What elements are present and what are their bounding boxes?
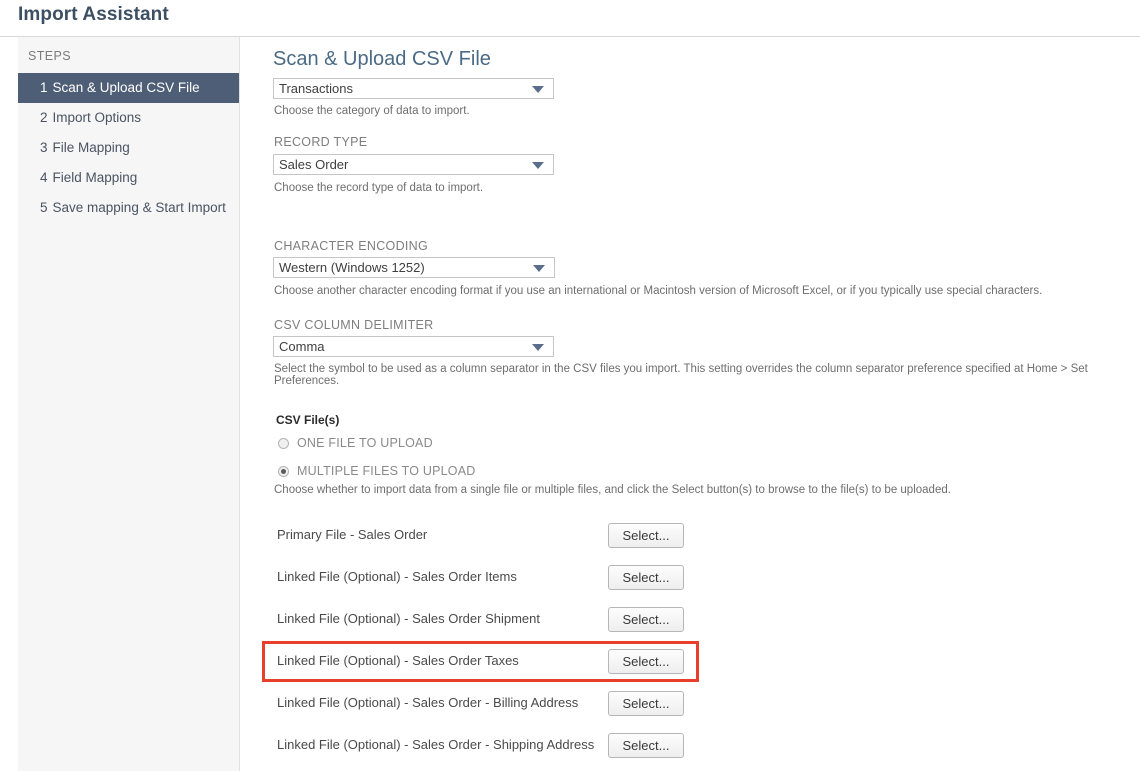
file-row-label: Linked File (Optional) - Sales Order - S… <box>277 737 595 752</box>
file-row-label: Linked File (Optional) - Sales Order - B… <box>277 695 579 710</box>
import-type-value: Transactions <box>279 81 353 96</box>
csv-delimiter-select[interactable]: Comma <box>273 336 554 357</box>
chevron-down-icon <box>532 86 544 93</box>
file-row-label: Linked File (Optional) - Sales Order Ite… <box>277 569 517 584</box>
sidebar-step-1[interactable]: 1 Scan & Upload CSV File <box>18 73 239 103</box>
radio-button[interactable] <box>278 438 289 449</box>
record-type-value: Sales Order <box>279 157 349 172</box>
character-encoding-help: Choose another character encoding format… <box>274 285 1043 297</box>
step-number: 2 <box>40 110 48 125</box>
file-row-label: Primary File - Sales Order <box>277 527 428 542</box>
step-number: 4 <box>40 170 48 185</box>
import-type-select[interactable]: Transactions <box>273 78 554 99</box>
select-file-button[interactable]: Select... <box>608 733 684 758</box>
steps-list: 1 Scan & Upload CSV File 2 Import Options 3 F… <box>18 73 239 223</box>
record-type-help: Choose the record type of data to import… <box>274 182 484 194</box>
csv-delimiter-value: Comma <box>279 339 325 354</box>
step-label: Import Options <box>52 110 142 125</box>
radio-button[interactable] <box>278 466 289 477</box>
record-type-select[interactable]: Sales Order <box>273 154 554 175</box>
csv-delimiter-label: CSV COLUMN DELIMITER <box>274 318 434 332</box>
file-row: Primary File - Sales Order Select... <box>240 519 710 553</box>
csv-files-help: Choose whether to import data from a sin… <box>274 484 951 496</box>
sidebar-step-5[interactable]: 5 Save mapping & Start Import <box>18 193 239 223</box>
steps-sidebar: STEPS 1 Scan & Upload CSV File 2 Import Opt… <box>18 37 240 771</box>
select-file-button[interactable]: Select... <box>608 691 684 716</box>
select-file-button[interactable]: Select... <box>608 649 684 674</box>
steps-heading: STEPS <box>28 49 71 63</box>
sidebar-step-4[interactable]: 4 Field Mapping <box>18 163 239 193</box>
import-type-help: Choose the category of data to import. <box>274 105 470 117</box>
step-label: Field Mapping <box>52 170 138 185</box>
chevron-down-icon <box>533 265 545 272</box>
step-number: 5 <box>40 200 48 215</box>
chevron-down-icon <box>532 162 544 169</box>
select-file-button[interactable]: Select... <box>608 607 684 632</box>
sidebar-step-3[interactable]: 3 File Mapping <box>18 133 239 163</box>
character-encoding-value: Western (Windows 1252) <box>279 260 425 275</box>
select-file-button[interactable]: Select... <box>608 565 684 590</box>
character-encoding-label: CHARACTER ENCODING <box>274 239 429 253</box>
step-label: Save mapping & Start Import <box>52 200 226 215</box>
file-row: Linked File (Optional) - Sales Order - B… <box>240 687 710 721</box>
file-row-label: Linked File (Optional) - Sales Order Shi… <box>277 611 541 626</box>
import-assistant-page: Import Assistant STEPS 1 Scan & Upload CS… <box>0 0 1140 771</box>
radio-multiple-files-to-upload[interactable]: MULTIPLE FILES TO UPLOAD <box>278 464 475 478</box>
csv-delimiter-help: Select the symbol to be used as a column… <box>274 363 1088 387</box>
file-row: Linked File (Optional) - Sales Order Shi… <box>240 603 710 637</box>
step-number: 1 <box>40 80 48 95</box>
step-label: File Mapping <box>52 140 130 155</box>
csv-files-heading: CSV File(s) <box>276 413 340 427</box>
main-panel: Scan & Upload CSV File Transactions Choo… <box>240 37 1140 771</box>
character-encoding-select[interactable]: Western (Windows 1252) <box>273 257 555 278</box>
section-title: Scan & Upload CSV File <box>273 48 491 70</box>
step-number: 3 <box>40 140 48 155</box>
radio-label: MULTIPLE FILES TO UPLOAD <box>297 464 476 478</box>
radio-one-file-to-upload[interactable]: ONE FILE TO UPLOAD <box>278 436 433 450</box>
step-label: Scan & Upload CSV File <box>52 80 200 95</box>
file-row: Linked File (Optional) - Sales Order Ite… <box>240 561 710 595</box>
select-file-button[interactable]: Select... <box>608 523 684 548</box>
sidebar-step-2[interactable]: 2 Import Options <box>18 103 239 133</box>
file-row: Linked File (Optional) - Sales Order Tax… <box>240 645 710 679</box>
record-type-label: RECORD TYPE <box>274 135 368 149</box>
file-row: Linked File (Optional) - Sales Order - S… <box>240 729 710 763</box>
chevron-down-icon <box>532 344 544 351</box>
radio-label: ONE FILE TO UPLOAD <box>297 436 433 450</box>
page-title: Import Assistant <box>18 4 169 25</box>
file-row-label: Linked File (Optional) - Sales Order Tax… <box>277 653 519 668</box>
